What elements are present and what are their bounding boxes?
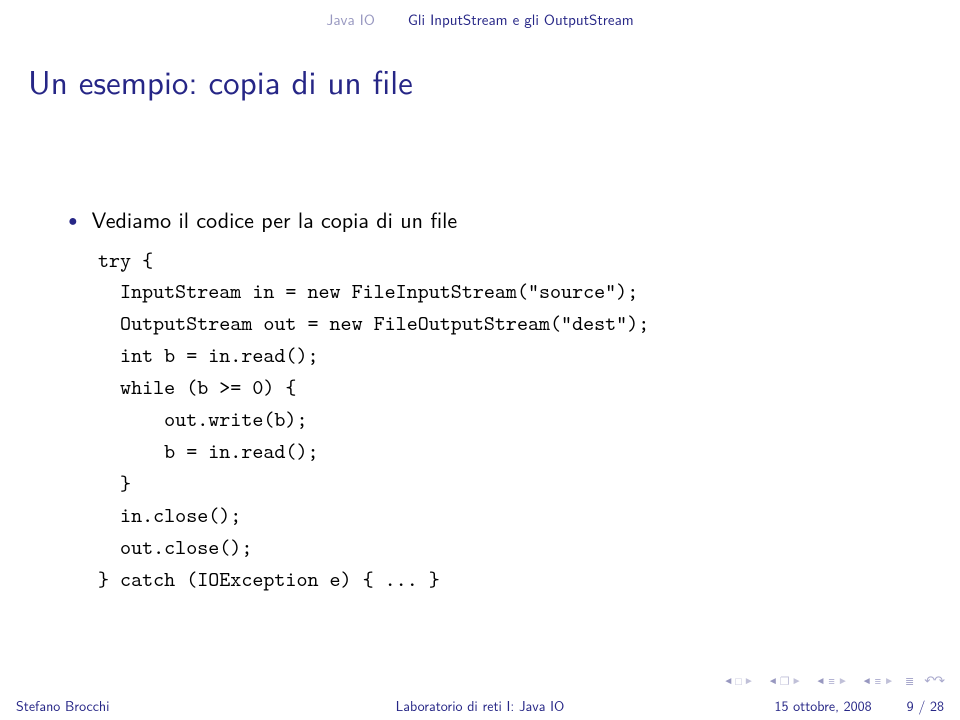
subsection-label: Gli InputStream e gli OutputStream <box>408 8 634 30</box>
slide-header: Java IO Gli InputStream e gli OutputStre… <box>0 0 960 31</box>
bullet-item: ● Vediamo il codice per la copia di un f… <box>68 203 918 235</box>
slide-body: ● Vediamo il codice per la copia di un f… <box>0 105 960 596</box>
bullet-text: Vediamo il codice per la copia di un fil… <box>92 203 458 235</box>
nav-next-frame-icon[interactable]: ► <box>744 676 754 686</box>
nav-prev-doc-icon[interactable]: ◄ <box>862 676 872 686</box>
nav-next-sec-icon[interactable]: ► <box>838 676 848 686</box>
footer-date-page: 15 ottobre, 2008 9 / 28 <box>684 696 944 716</box>
section-label: Java IO <box>326 8 375 30</box>
nav-next-doc-icon[interactable]: ► <box>884 676 894 686</box>
footer-date: 15 ottobre, 2008 <box>774 696 871 716</box>
nav-prev-frame-icon[interactable]: ◄ <box>723 676 733 686</box>
nav-next-subsec-icon[interactable]: ► <box>792 676 802 686</box>
footer-title: Laboratorio di reti I: Java IO <box>276 696 684 716</box>
slide-footer: Stefano Brocchi Laboratorio di reti I: J… <box>0 692 960 720</box>
nav-controls: ◄ □ ► ◄ ❐ ► ◄ ≡ ► ◄ ≡ ► ≣ ↶↷ <box>718 671 944 690</box>
nav-prev-subsec-icon[interactable]: ◄ <box>768 676 778 686</box>
nav-sec-icon: ≡ <box>828 673 834 689</box>
nav-sec-group: ◄ ≡ ► <box>815 673 849 689</box>
nav-subsec-icon: ❐ <box>780 673 790 689</box>
code-block: try { InputStream in = new FileInputStre… <box>98 245 918 596</box>
nav-frame-group: ◄ □ ► <box>722 673 754 689</box>
nav-frame-icon: □ <box>735 673 742 689</box>
nav-appendix-icon[interactable]: ≣ <box>905 673 914 689</box>
slide-title: Un esempio: copia di un file <box>0 31 960 105</box>
nav-loop-icon[interactable]: ↶↷ <box>924 671 944 690</box>
footer-author: Stefano Brocchi <box>16 696 276 716</box>
bullet-icon: ● <box>68 208 78 231</box>
nav-prev-sec-icon[interactable]: ◄ <box>816 676 826 686</box>
footer-page: 9 / 28 <box>907 696 944 716</box>
nav-subsec-group: ◄ ❐ ► <box>767 673 803 689</box>
nav-doc-group: ◄ ≡ ► <box>861 673 895 689</box>
nav-doc-icon: ≡ <box>875 673 881 689</box>
